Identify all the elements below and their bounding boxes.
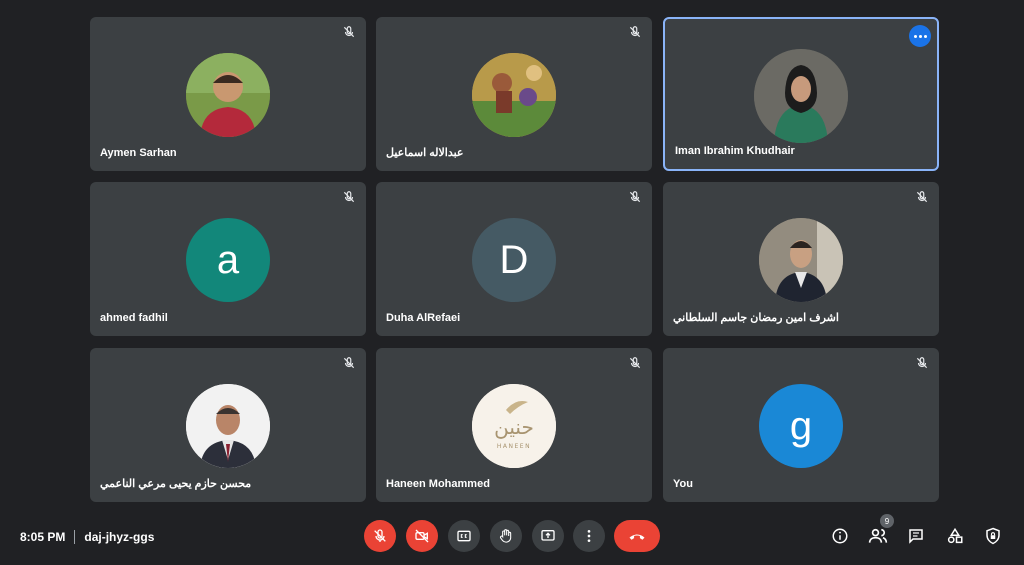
meeting-time: 8:05 PM (20, 530, 66, 544)
haneen-logo: حنين HANEEN (472, 384, 556, 468)
participant-name: You (673, 478, 693, 490)
person-photo (186, 384, 270, 468)
participant-avatar: حنين HANEEN (472, 384, 556, 468)
person-photo (754, 49, 848, 143)
participant-avatar (472, 53, 556, 137)
participant-avatar (759, 218, 843, 302)
participant-tile[interactable]: حنين HANEEN Haneen Mohammed (376, 348, 652, 502)
participant-name: Iman Ibrahim Khudhair (675, 145, 795, 157)
participant-name: Duha AlRefaei (386, 312, 461, 324)
mic-off-icon (916, 191, 928, 203)
avatar-letter: g (789, 404, 813, 448)
meeting-info: 8:05 PM daj-jhyz-ggs (20, 530, 154, 544)
avatar-letter: a (216, 238, 240, 282)
participant-avatar: D (472, 218, 556, 302)
mic-off-icon (629, 191, 641, 203)
leave-call-button[interactable] (614, 520, 660, 552)
avatar-letter: D (499, 238, 529, 282)
mic-off-icon (343, 26, 355, 38)
participant-name: اشرف امين رمضان جاسم السلطاني (673, 312, 839, 324)
bottom-toolbar: 8:05 PM daj-jhyz-ggs 9 (0, 514, 1024, 560)
camera-toggle-button[interactable] (406, 520, 438, 552)
participant-name: ahmed fadhil (100, 312, 168, 324)
participant-name: Haneen Mohammed (386, 478, 490, 490)
chat-button[interactable] (902, 522, 930, 550)
people-icon (868, 528, 888, 543)
info-icon (832, 528, 848, 544)
person-photo (472, 53, 556, 137)
participant-tile-self[interactable]: g You (663, 348, 939, 502)
haneen-logo-latin: HANEEN (497, 443, 531, 450)
more-options-button[interactable] (573, 520, 605, 552)
participant-tile[interactable]: عبدالاله اسماعيل (376, 17, 652, 171)
activities-button[interactable] (941, 522, 969, 550)
divider (74, 530, 76, 544)
present-icon (541, 530, 555, 541)
participant-tile[interactable]: محسن حازم يحيى مرعي الناعمي (90, 348, 366, 502)
participant-avatar (186, 53, 270, 137)
participant-avatar: g (759, 384, 843, 468)
participant-name: Aymen Sarhan (100, 147, 177, 159)
meeting-code: daj-jhyz-ggs (84, 530, 155, 544)
participant-avatar: a (186, 218, 270, 302)
hand-icon (499, 529, 512, 543)
people-button[interactable]: 9 (864, 514, 894, 550)
more-vert-icon (587, 530, 591, 542)
present-screen-button[interactable] (532, 520, 564, 552)
activities-shapes-icon (947, 527, 963, 544)
host-controls-button[interactable] (979, 522, 1007, 550)
mic-off-icon (374, 529, 386, 542)
participant-tile-active[interactable]: Iman Ibrahim Khudhair (663, 17, 939, 171)
mic-off-icon (343, 191, 355, 203)
participant-tile[interactable]: اشرف امين رمضان جاسم السلطاني (663, 182, 939, 336)
raise-hand-button[interactable] (490, 520, 522, 552)
mic-off-icon (343, 357, 355, 369)
closed-captions-icon (457, 530, 471, 542)
mic-off-icon (916, 357, 928, 369)
microphone-toggle-button[interactable] (364, 520, 396, 552)
person-photo (186, 53, 270, 137)
participant-avatar (186, 384, 270, 468)
participant-tile[interactable]: D Duha AlRefaei (376, 182, 652, 336)
participant-tile[interactable]: Aymen Sarhan (90, 17, 366, 171)
mic-off-icon (629, 357, 641, 369)
speaking-indicator-icon (909, 25, 931, 47)
mic-off-icon (629, 26, 641, 38)
chat-icon (909, 529, 923, 544)
meeting-details-button[interactable] (826, 522, 854, 550)
people-count-badge: 9 (880, 514, 894, 528)
shield-lock-icon (986, 527, 1000, 545)
participant-name: عبدالاله اسماعيل (386, 147, 464, 159)
participant-grid: Aymen Sarhan عبدالاله اسماعيل Iman Ibrah… (0, 0, 1024, 520)
captions-button[interactable] (448, 520, 480, 552)
meet-window: Aymen Sarhan عبدالاله اسماعيل Iman Ibrah… (0, 0, 1024, 565)
camera-off-icon (415, 529, 429, 543)
end-call-icon (629, 534, 645, 540)
participant-avatar (754, 49, 848, 143)
participant-name: محسن حازم يحيى مرعي الناعمي (100, 478, 252, 490)
haneen-logo-arabic: حنين (494, 415, 534, 439)
participant-tile[interactable]: a ahmed fadhil (90, 182, 366, 336)
person-photo (759, 218, 843, 302)
